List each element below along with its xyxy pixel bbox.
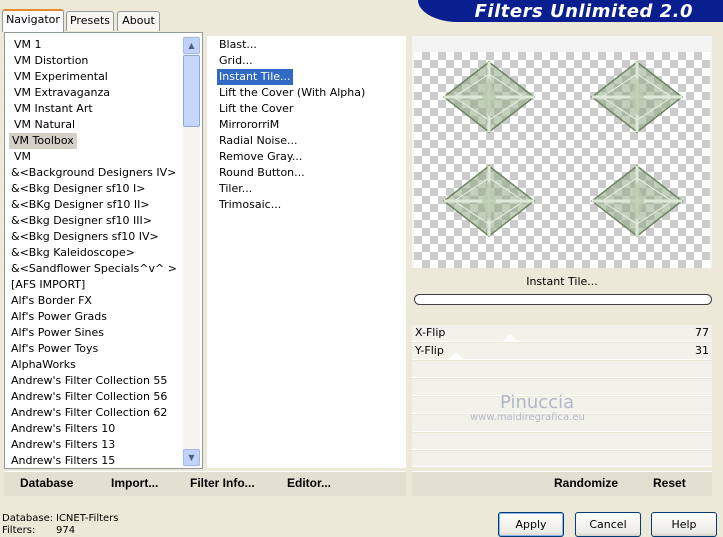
preview-canvas xyxy=(414,52,710,268)
category-item[interactable]: Andrew's Filters 15 xyxy=(11,453,115,469)
param-row-empty xyxy=(412,361,712,378)
category-item[interactable]: VM Distortion xyxy=(14,53,88,69)
category-item[interactable]: Alf's Border FX xyxy=(11,293,92,309)
category-item[interactable]: Andrew's Filters 10 xyxy=(11,421,115,437)
app-title: Filters Unlimited 2.0 xyxy=(474,1,693,22)
scroll-up-icon[interactable]: ▲ xyxy=(183,37,200,54)
category-item[interactable]: VM Natural xyxy=(14,117,75,133)
param-row-yflip[interactable]: Y-Flip 31 xyxy=(412,343,712,360)
filter-item[interactable]: Lift the Cover (With Alpha) xyxy=(219,85,365,101)
database-button[interactable]: Database xyxy=(20,476,73,490)
preview-filter-name: Instant Tile... xyxy=(526,275,598,288)
tab-about[interactable]: About xyxy=(117,11,160,31)
watermark-url: www.maidiregrafica.eu xyxy=(470,412,585,423)
category-item[interactable]: VM 1 xyxy=(14,37,42,53)
filter-item[interactable]: Lift the Cover xyxy=(219,101,293,117)
category-item[interactable]: &<Background Designers IV> xyxy=(11,165,176,181)
filter-item[interactable]: Remove Gray... xyxy=(219,149,302,165)
cancel-button[interactable]: Cancel xyxy=(575,512,641,537)
watermark-text: Pinuccia xyxy=(500,392,575,413)
category-item[interactable]: &<BKg Designer sf10 II> xyxy=(11,197,150,213)
progress-bar xyxy=(414,294,712,305)
filter-item[interactable]: Trimosaic... xyxy=(219,197,281,213)
slider-thumb[interactable] xyxy=(502,334,518,342)
category-item[interactable]: VM Extravaganza xyxy=(14,85,110,101)
category-item[interactable]: Andrew's Filter Collection 56 xyxy=(11,389,167,405)
tile xyxy=(442,60,536,134)
status-database-value: ICNET-Filters xyxy=(56,513,119,524)
tab-presets[interactable]: Presets xyxy=(66,11,114,31)
import-button[interactable]: Import... xyxy=(111,476,158,490)
category-item[interactable]: VM Experimental xyxy=(14,69,108,85)
scroll-thumb[interactable] xyxy=(183,55,200,127)
category-scrollbar[interactable]: ▲ ▼ xyxy=(183,36,200,467)
status-filters-value: 974 xyxy=(56,525,76,536)
param-value: 77 xyxy=(695,326,709,339)
reset-button[interactable]: Reset xyxy=(653,476,686,490)
category-item[interactable]: Alf's Power Toys xyxy=(11,341,98,357)
scroll-down-icon[interactable]: ▼ xyxy=(183,449,200,466)
category-item[interactable]: [AFS IMPORT] xyxy=(11,277,85,293)
tile xyxy=(590,60,684,134)
filter-item[interactable]: Round Button... xyxy=(219,165,305,181)
status-filters: Filters: 974 xyxy=(2,525,75,537)
filter-item[interactable]: Instant Tile... xyxy=(217,69,293,85)
category-item[interactable]: &<Bkg Designers sf10 IV> xyxy=(11,229,159,245)
randomize-button[interactable]: Randomize xyxy=(554,476,618,490)
category-item[interactable]: Alf's Power Sines xyxy=(11,325,104,341)
filter-item[interactable]: Radial Noise... xyxy=(219,133,297,149)
param-row-empty xyxy=(412,451,712,467)
param-row-empty xyxy=(412,433,712,450)
status-database: Database: ICNET-Filters xyxy=(2,513,119,525)
tab-navigator[interactable]: Navigator xyxy=(2,9,64,32)
tile xyxy=(442,164,536,238)
filter-item[interactable]: Tiler... xyxy=(219,181,252,197)
param-label: Y-Flip xyxy=(415,344,444,357)
filter-item[interactable]: Grid... xyxy=(219,53,253,69)
param-label: X-Flip xyxy=(415,326,446,339)
category-item[interactable]: VM xyxy=(14,149,31,165)
filter-info-button[interactable]: Filter Info... xyxy=(190,476,255,490)
category-item[interactable]: &<Bkg Kaleidoscope> xyxy=(11,245,135,261)
status-filters-label: Filters: xyxy=(2,525,36,536)
category-item[interactable]: AlphaWorks xyxy=(11,357,76,373)
title-banner: Filters Unlimited 2.0 xyxy=(418,0,723,22)
preview-area xyxy=(412,36,712,268)
apply-button[interactable]: Apply xyxy=(498,512,564,537)
category-item[interactable]: &<Sandflower Specials^v^ > xyxy=(11,261,177,277)
category-item[interactable]: Andrew's Filter Collection 62 xyxy=(11,405,167,421)
category-item[interactable]: Andrew's Filters 13 xyxy=(11,437,115,453)
category-item[interactable]: &<Bkg Designer sf10 I> xyxy=(11,181,146,197)
tile xyxy=(590,164,684,238)
preview-tiles xyxy=(442,60,684,238)
help-button[interactable]: Help xyxy=(651,512,717,537)
status-database-label: Database: xyxy=(2,513,54,524)
param-value: 31 xyxy=(695,344,709,357)
category-item[interactable]: Alf's Power Grads xyxy=(11,309,107,325)
category-item[interactable]: VM Instant Art xyxy=(14,101,93,117)
category-item[interactable]: VM Toolbox xyxy=(9,133,77,149)
slider-thumb[interactable] xyxy=(448,352,464,360)
filter-item[interactable]: Blast... xyxy=(219,37,257,53)
param-row-xflip[interactable]: X-Flip 77 xyxy=(412,325,712,342)
category-item[interactable]: &<Bkg Designer sf10 III> xyxy=(11,213,152,229)
editor-button[interactable]: Editor... xyxy=(287,476,331,490)
category-item[interactable]: Andrew's Filter Collection 55 xyxy=(11,373,167,389)
filter-item[interactable]: MirrororriM xyxy=(219,117,279,133)
